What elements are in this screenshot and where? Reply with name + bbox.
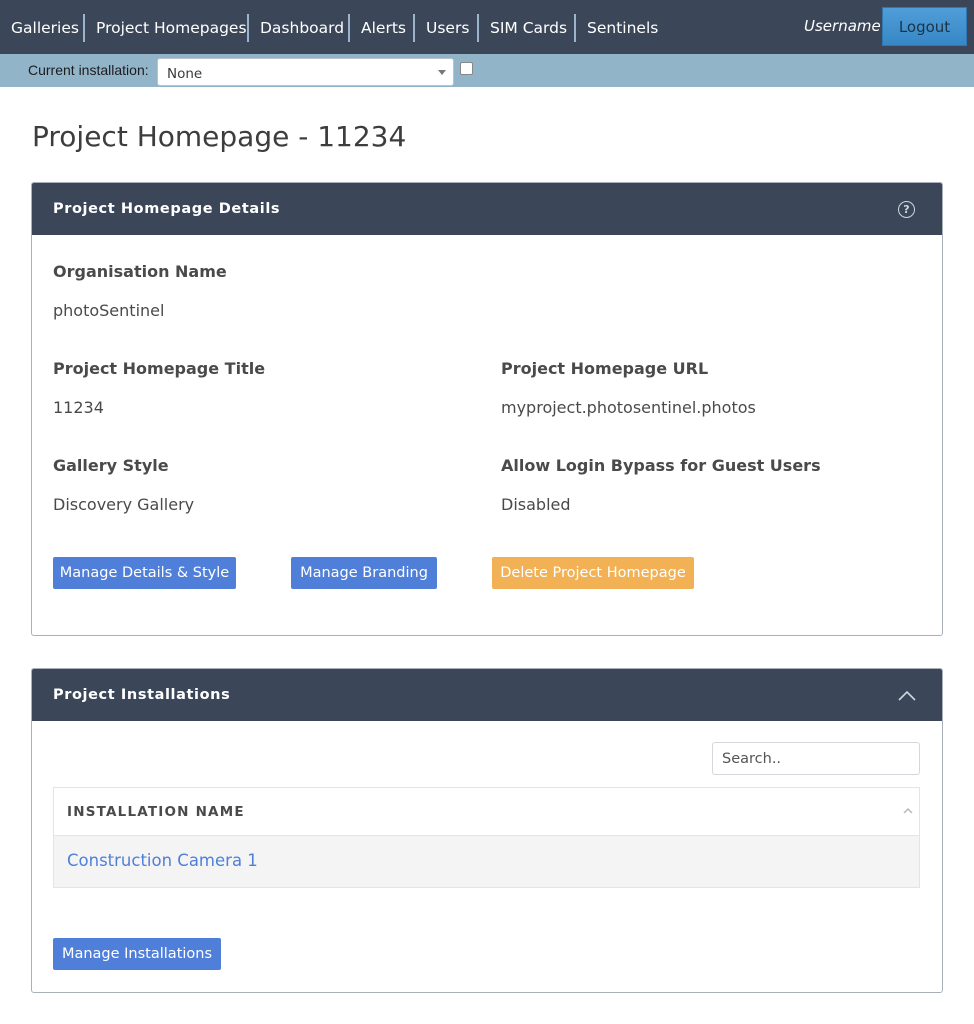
nav-alerts[interactable]: Alerts [361,18,406,38]
gallery-style-label: Gallery Style [53,456,169,475]
manage-installations-button[interactable]: Manage Installations [53,938,221,970]
organisation-name-label: Organisation Name [53,262,227,281]
nav-divider [413,14,415,42]
gallery-style-value: Discovery Gallery [53,495,195,514]
nav-dashboard[interactable]: Dashboard [260,18,344,38]
nav-sim-cards[interactable]: SIM Cards [490,18,567,38]
installations-panel: Project Installations INSTALLATION NAME … [31,668,943,993]
manage-details-button[interactable]: Manage Details & Style [53,557,236,589]
installation-select[interactable]: None [157,58,454,86]
homepage-title-label: Project Homepage Title [53,359,266,378]
organisation-name-value: photoSentinel [53,301,165,320]
page-title: Project Homepage - 11234 [32,120,407,153]
homepage-url-label: Project Homepage URL [501,359,709,378]
nav-project-homepages[interactable]: Project Homepages [96,18,247,38]
login-bypass-value: Disabled [501,495,571,514]
table-row: Construction Camera 1 [54,836,919,887]
details-panel: Project Homepage Details ? Organisation … [31,182,943,636]
logout-button[interactable]: Logout [882,7,967,46]
question-circle-icon[interactable]: ? [898,201,915,218]
table-header: INSTALLATION NAME [54,788,919,836]
nav-divider [348,14,350,42]
nav-divider [574,14,576,42]
username-label: Username [804,17,881,35]
nav-users[interactable]: Users [426,18,469,38]
homepage-url-value: myproject.photosentinel.photos [501,398,756,417]
nav-galleries[interactable]: Galleries [11,18,79,38]
search-input[interactable] [712,742,920,775]
login-bypass-label: Allow Login Bypass for Guest Users [501,456,821,475]
sort-up-icon[interactable] [903,807,913,815]
chevron-up-icon[interactable] [898,689,916,701]
installations-panel-title: Project Installations [53,687,231,703]
details-panel-header: Project Homepage Details ? [32,183,942,235]
nav-divider [477,14,479,42]
nav-divider [83,14,85,42]
delete-homepage-button[interactable]: Delete Project Homepage [492,557,694,589]
installation-checkbox[interactable] [460,62,473,75]
installation-bar: Current installation: None [0,54,974,87]
installation-link[interactable]: Construction Camera 1 [67,851,258,870]
caret-down-icon [438,70,446,75]
nav-sentinels[interactable]: Sentinels [587,18,658,38]
details-panel-title: Project Homepage Details [53,201,281,217]
nav-divider [247,14,249,42]
installations-table: INSTALLATION NAME Construction Camera 1 [53,787,920,888]
current-installation-label: Current installation: [28,62,149,78]
top-navbar: Galleries Project Homepages Dashboard Al… [0,0,974,54]
installation-name-column-header[interactable]: INSTALLATION NAME [67,804,245,820]
homepage-title-value: 11234 [53,398,104,417]
manage-branding-button[interactable]: Manage Branding [291,557,437,589]
installations-panel-header: Project Installations [32,669,942,721]
installation-select-value: None [167,66,203,82]
